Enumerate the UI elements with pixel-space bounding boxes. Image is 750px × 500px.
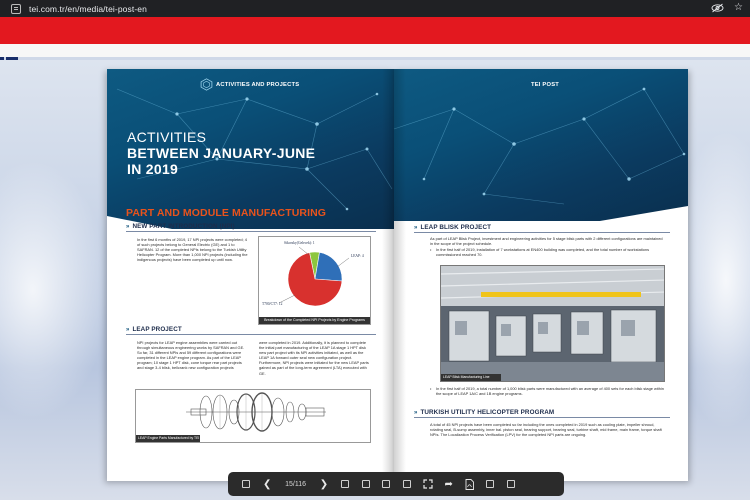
pdf-icon: [465, 478, 474, 490]
blisk-heading-text: LEAP BLISK PROJECT: [420, 224, 492, 231]
bullet-dot: •: [430, 247, 432, 252]
share-button[interactable]: ➦: [442, 477, 456, 491]
title-line-3: IN 2019: [127, 161, 179, 177]
main-heading: PART AND MODULE MANUFACTURING: [126, 207, 327, 219]
title-line-1: ACTIVITIES: [127, 129, 207, 145]
blisk-bullet-2: • In the first half of 2019, a total num…: [430, 386, 665, 396]
double-chevron-icon: »: [414, 409, 418, 416]
download-pdf-button[interactable]: [462, 477, 476, 491]
square-icon: [486, 480, 495, 488]
tuh-paragraph: A total of 45 NPI projects have been com…: [430, 422, 662, 438]
print-button[interactable]: [483, 477, 497, 491]
next-page-button[interactable]: ❯: [317, 477, 331, 491]
npi-heading: » NEW PART INTRODUCTION (NPI): [126, 223, 235, 230]
chevron-right-icon: ❯: [319, 478, 329, 490]
site-info-icon[interactable]: [11, 3, 21, 14]
square-icon: [382, 480, 391, 488]
pie-leader-line: [298, 246, 310, 256]
blisk-heading: » LEAP BLISK PROJECT: [414, 224, 491, 231]
prev-page-button[interactable]: ❮: [260, 477, 274, 491]
page-indicator[interactable]: 15/116: [282, 481, 310, 488]
leap-heading: » LEAP PROJECT: [126, 326, 182, 333]
eye-off-icon[interactable]: [711, 3, 724, 13]
chevron-left-icon: ❮: [262, 478, 272, 490]
pie-caption: Breakdown of the Completed NPI Projects …: [259, 317, 370, 324]
url-text[interactable]: tei.com.tr/en/media/tei-post-en: [29, 4, 147, 14]
hexagon-icon: [200, 78, 213, 91]
npi-heading-text: NEW PART INTRODUCTION (NPI): [132, 223, 235, 230]
title-line-2: BETWEEN JANUARY-JUNE: [127, 145, 316, 161]
book-page-right[interactable]: TEI POST » LEAP BLISK PROJECT As part of…: [394, 69, 688, 481]
heading-rule: [126, 231, 376, 232]
table-of-contents-button[interactable]: [359, 477, 373, 491]
header-strip: [0, 44, 750, 57]
hero-banner-right: [394, 69, 688, 221]
blisk-paragraph: As part of LEAP Blisk Project, investmen…: [430, 236, 663, 247]
bookmark-star-icon[interactable]: ☆: [734, 2, 743, 13]
leap-paragraph-col1: NPI projects for LEAP engine assemblies …: [137, 340, 245, 371]
pie-label-leap: LEAP: 4: [351, 254, 364, 258]
npi-paragraph: In the first 6 months of 2019, 17 NPI pr…: [137, 237, 248, 263]
section-label-left: ACTIVITIES AND PROJECTS: [216, 82, 300, 88]
double-chevron-icon: »: [126, 223, 130, 230]
tuh-heading: » TURKISH UTILITY HELICOPTER PROGRAM: [414, 409, 554, 416]
double-chevron-icon: »: [414, 224, 418, 231]
square-icon: [506, 480, 515, 488]
heading-rule: [414, 232, 670, 233]
search-button[interactable]: [379, 477, 393, 491]
tuh-heading-text: TURKISH UTILITY HELICOPTER PROGRAM: [420, 409, 555, 416]
blisk-bullet-1: • In the first half of 2019, installatio…: [430, 247, 665, 257]
first-page-button[interactable]: [239, 477, 253, 491]
photo-caption: LEAP Blisk Manufacturing Line: [441, 374, 501, 381]
network-graphic: [394, 87, 686, 205]
last-page-button[interactable]: [504, 477, 518, 491]
engine-caption: LEAP Engine Parts Manufactured by TEI: [136, 435, 200, 442]
square-icon: [340, 480, 349, 488]
square-icon: [242, 480, 251, 488]
bullet-dot: •: [430, 386, 432, 391]
section-label-right: TEI POST: [531, 82, 560, 88]
leap-paragraph-col2: were completed in 2019. Additionally, it…: [259, 340, 369, 376]
heading-rule: [126, 334, 376, 335]
square-icon: [403, 480, 412, 488]
leap-heading-text: LEAP PROJECT: [132, 326, 182, 333]
pie-label-t700: T700/CT7: 12: [262, 302, 283, 306]
pie-slice-leap: [314, 252, 343, 282]
fullscreen-icon: [423, 479, 433, 489]
pie-chart: [278, 246, 350, 307]
square-icon: [361, 480, 370, 488]
share-arrow-icon: ➦: [444, 478, 453, 490]
viewer-toolbar: ❮ 15/116 ❯ ➦: [228, 472, 564, 496]
thumbnails-button[interactable]: [338, 477, 352, 491]
engine-parts-image: LEAP Engine Parts Manufactured by TEI: [135, 389, 371, 443]
blisk-manufacturing-photo: LEAP Blisk Manufacturing Line: [440, 265, 665, 382]
fullscreen-button[interactable]: [421, 477, 435, 491]
zoom-button[interactable]: [400, 477, 414, 491]
factory-photo: [441, 266, 664, 381]
pie-label-sikorsky: Sikorsky(Gelecek): 1: [284, 241, 315, 245]
double-chevron-icon: »: [126, 326, 130, 333]
book-page-left[interactable]: ACTIVITIES AND PROJECTS ACTIVITIES BETWE…: [107, 69, 394, 481]
address-bar[interactable]: tei.com.tr/en/media/tei-post-en ☆: [0, 0, 750, 17]
pie-chart-box: Sikorsky(Gelecek): 1 LEAP: 4 T700/CT7: 1…: [258, 236, 371, 325]
activities-title: ACTIVITIES BETWEEN JANUARY-JUNE IN 2019: [127, 129, 315, 177]
blisk-bullet-2-text: In the first half of 2019, a total numbe…: [436, 386, 664, 397]
red-banner: [0, 17, 750, 44]
heading-rule: [414, 417, 670, 418]
blisk-bullet-1-text: In the first half of 2019, installation …: [436, 247, 650, 258]
engine-illustration: [186, 392, 326, 432]
pie-leader-line: [336, 257, 350, 268]
